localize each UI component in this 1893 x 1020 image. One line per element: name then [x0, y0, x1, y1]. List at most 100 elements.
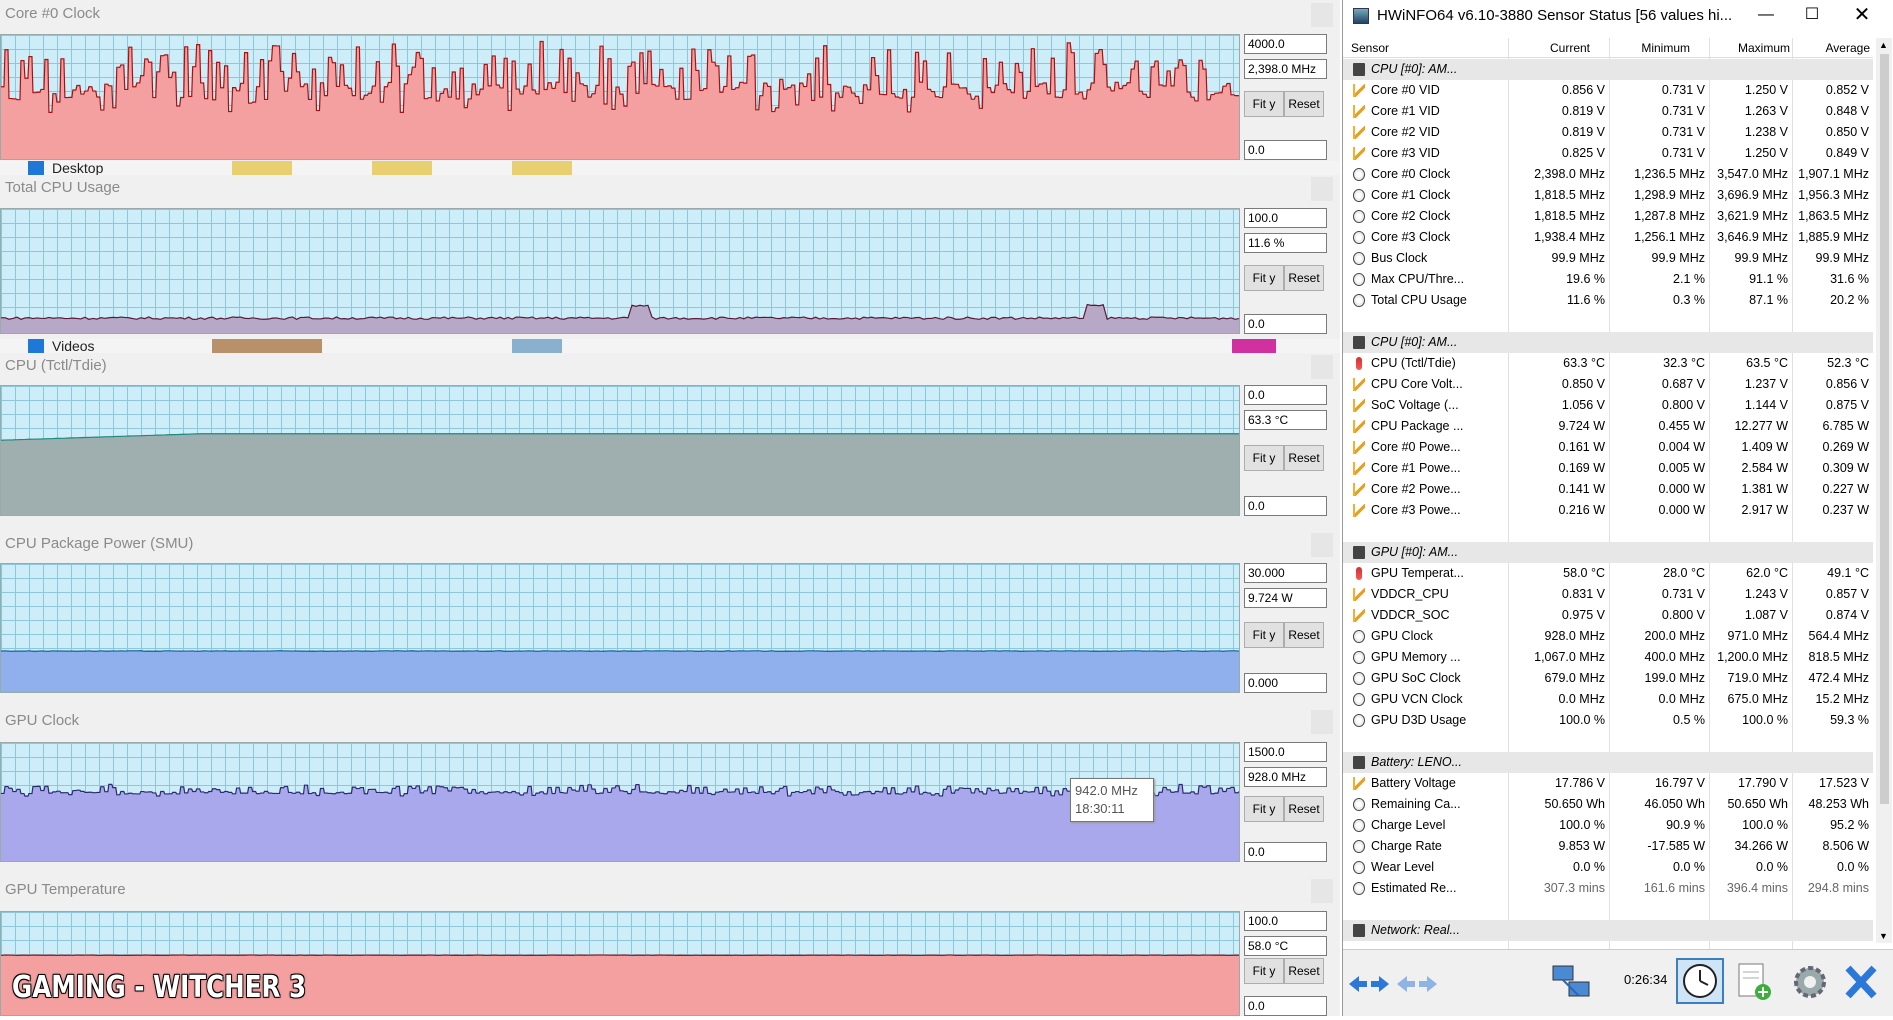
graph-max-field[interactable]: 100.0	[1244, 208, 1327, 228]
graph-max-field[interactable]: 4000.0	[1244, 34, 1327, 54]
graph-min-field[interactable]: 0.0	[1244, 314, 1327, 334]
sensor-row[interactable]: Core #1 Clock1,818.5 MHz1,298.9 MHz3,696…	[1343, 185, 1873, 206]
sensor-row[interactable]: Remaining Ca...50.650 Wh46.050 Wh50.650 …	[1343, 794, 1873, 815]
sensor-row[interactable]: Bus Clock99.9 MHz99.9 MHz99.9 MHz99.9 MH…	[1343, 248, 1873, 269]
fit-y-button[interactable]: Fit y	[1244, 958, 1284, 984]
sensor-row[interactable]: Core #1 Powe...0.169 W0.005 W2.584 W0.30…	[1343, 458, 1873, 479]
sensor-row[interactable]: CPU Core Volt...0.850 V0.687 V1.237 V0.8…	[1343, 374, 1873, 395]
close-icon[interactable]: ✕	[1839, 0, 1885, 32]
col-average[interactable]: Average	[1790, 41, 1870, 55]
graph-min-field[interactable]: 0.0	[1244, 842, 1327, 862]
clock-icon	[1353, 168, 1365, 181]
sensor-row[interactable]: CPU Package ...9.724 W0.455 W12.277 W6.7…	[1343, 416, 1873, 437]
graph-plot[interactable]	[0, 563, 1240, 693]
fit-y-button[interactable]: Fit y	[1244, 265, 1284, 291]
sensor-group-header[interactable]: GPU [#0]: AM...	[1343, 542, 1873, 563]
sensor-row[interactable]: GPU VCN Clock0.0 MHz0.0 MHz675.0 MHz15.2…	[1343, 689, 1873, 710]
reset-button[interactable]: Reset	[1284, 445, 1324, 471]
desktop-strip-label: Videos	[52, 339, 95, 353]
sensor-row[interactable]: Core #2 Clock1,818.5 MHz1,287.8 MHz3,621…	[1343, 206, 1873, 227]
gear-icon[interactable]	[1787, 960, 1833, 1004]
desktop-strip: Videos	[0, 339, 1340, 353]
sensor-group-header[interactable]: CPU [#0]: AM...	[1343, 59, 1873, 80]
sensor-row[interactable]: VDDCR_CPU0.831 V0.731 V1.243 V0.857 V	[1343, 584, 1873, 605]
sensor-row[interactable]: Core #3 Powe...0.216 W0.000 W2.917 W0.23…	[1343, 500, 1873, 521]
reset-button[interactable]: Reset	[1284, 958, 1324, 984]
fit-y-button[interactable]: Fit y	[1244, 622, 1284, 648]
sensor-row[interactable]: Core #0 Powe...0.161 W0.004 W1.409 W0.26…	[1343, 437, 1873, 458]
graph-max-field[interactable]: 30.000	[1244, 563, 1327, 583]
graph-close-button[interactable]	[1311, 177, 1333, 201]
sensor-row[interactable]: Wear Level0.0 %0.0 %0.0 %0.0 %	[1343, 857, 1873, 878]
graph-max-field[interactable]: 1500.0	[1244, 742, 1327, 762]
fit-y-button[interactable]: Fit y	[1244, 796, 1284, 822]
sensor-row[interactable]: Core #1 VID0.819 V0.731 V1.263 V0.848 V	[1343, 101, 1873, 122]
graph-min-field[interactable]: 0.0	[1244, 496, 1327, 516]
sensor-row[interactable]: Core #0 Clock2,398.0 MHz1,236.5 MHz3,547…	[1343, 164, 1873, 185]
sensor-row[interactable]: VDDCR_SOC0.975 V0.800 V1.087 V0.874 V	[1343, 605, 1873, 626]
graph-plot[interactable]	[0, 208, 1240, 334]
sensor-row[interactable]: Max CPU/Thre...19.6 %2.1 %91.1 %31.6 %	[1343, 269, 1873, 290]
value-current: 1,067.0 MHz	[1510, 650, 1605, 664]
reset-button[interactable]: Reset	[1284, 622, 1324, 648]
reset-button[interactable]: Reset	[1284, 91, 1324, 117]
value-maximum: 99.9 MHz	[1690, 251, 1788, 265]
sensor-row[interactable]: GPU SoC Clock679.0 MHz199.0 MHz719.0 MHz…	[1343, 668, 1873, 689]
graph-close-button[interactable]	[1311, 879, 1333, 903]
title-bar[interactable]: HWiNFO64 v6.10-3880 Sensor Status [56 va…	[1343, 0, 1893, 32]
sensor-group-header[interactable]: CPU [#0]: AM...	[1343, 332, 1873, 353]
col-maximum[interactable]: Maximum	[1710, 41, 1790, 55]
arrows-left-right-icon[interactable]	[1347, 972, 1391, 996]
sensor-group-header[interactable]: Network: Real...	[1343, 920, 1873, 941]
scroll-up-icon[interactable]: ▲	[1879, 40, 1888, 50]
reset-button[interactable]: Reset	[1284, 265, 1324, 291]
sensor-row[interactable]: Core #2 Powe...0.141 W0.000 W1.381 W0.22…	[1343, 479, 1873, 500]
graph-close-button[interactable]	[1311, 533, 1333, 557]
sensor-row[interactable]: Total CPU Usage11.6 %0.3 %87.1 %20.2 %	[1343, 290, 1873, 311]
fit-y-button[interactable]: Fit y	[1244, 445, 1284, 471]
sensor-row[interactable]: Charge Rate9.853 W-17.585 W34.266 W8.506…	[1343, 836, 1873, 857]
graph-max-field[interactable]: 0.0	[1244, 385, 1327, 405]
sensor-row[interactable]: Core #3 VID0.825 V0.731 V1.250 V0.849 V	[1343, 143, 1873, 164]
exit-x-icon[interactable]	[1838, 960, 1884, 1004]
report-add-icon[interactable]	[1731, 960, 1777, 1004]
sensor-row[interactable]: SoC Voltage (...1.056 V0.800 V1.144 V0.8…	[1343, 395, 1873, 416]
clock-icon[interactable]	[1676, 958, 1724, 1004]
sensor-row[interactable]: GPU D3D Usage100.0 %0.5 %100.0 %59.3 %	[1343, 710, 1873, 731]
graph-close-button[interactable]	[1311, 710, 1333, 734]
maximize-icon[interactable]: ☐	[1789, 0, 1835, 32]
graph-close-button[interactable]	[1311, 355, 1333, 379]
graph-close-button[interactable]	[1311, 3, 1333, 27]
graph-plot[interactable]	[0, 742, 1240, 862]
graph-plot[interactable]	[0, 385, 1240, 516]
network-computers-icon[interactable]	[1549, 960, 1595, 1004]
sensor-row[interactable]: Core #0 VID0.856 V0.731 V1.250 V0.852 V	[1343, 80, 1873, 101]
minimize-icon[interactable]: —	[1743, 0, 1789, 32]
col-minimum[interactable]: Minimum	[1610, 41, 1690, 55]
sensor-row[interactable]: Charge Level100.0 %90.9 %100.0 %95.2 %	[1343, 815, 1873, 836]
sensor-row[interactable]: GPU Memory ...1,067.0 MHz400.0 MHz1,200.…	[1343, 647, 1873, 668]
arrows-collapse-icon[interactable]	[1395, 972, 1439, 996]
graph-min-field[interactable]: 0.000	[1244, 673, 1327, 693]
reset-button[interactable]: Reset	[1284, 796, 1324, 822]
clock-icon	[1353, 651, 1365, 664]
fit-y-button[interactable]: Fit y	[1244, 91, 1284, 117]
sensor-row[interactable]: GPU Temperat...58.0 °C28.0 °C62.0 °C49.1…	[1343, 563, 1873, 584]
graph-plot[interactable]	[0, 34, 1240, 160]
graph-max-field[interactable]: 100.0	[1244, 911, 1327, 931]
scroll-down-icon[interactable]: ▼	[1879, 931, 1888, 941]
sensor-row[interactable]: Core #2 VID0.819 V0.731 V1.238 V0.850 V	[1343, 122, 1873, 143]
col-sensor[interactable]: Sensor	[1351, 41, 1389, 55]
sensor-row[interactable]: Estimated Re...307.3 mins161.6 mins396.4…	[1343, 878, 1873, 899]
sensor-group-header[interactable]: Battery: LENO...	[1343, 752, 1873, 773]
sensor-row[interactable]: CPU (Tctl/Tdie)63.3 °C32.3 °C63.5 °C52.3…	[1343, 353, 1873, 374]
graph-min-field[interactable]: 0.0	[1244, 996, 1327, 1016]
sensor-name: Wear Level	[1371, 860, 1489, 874]
sensor-row[interactable]: Battery Voltage17.786 V16.797 V17.790 V1…	[1343, 773, 1873, 794]
graph-min-field[interactable]: 0.0	[1244, 140, 1327, 160]
col-current[interactable]: Current	[1510, 41, 1590, 55]
sensor-row[interactable]: Core #3 Clock1,938.4 MHz1,256.1 MHz3,646…	[1343, 227, 1873, 248]
clock-icon	[1353, 210, 1365, 223]
scrollbar-thumb[interactable]	[1880, 54, 1889, 804]
sensor-row[interactable]: GPU Clock928.0 MHz200.0 MHz971.0 MHz564.…	[1343, 626, 1873, 647]
